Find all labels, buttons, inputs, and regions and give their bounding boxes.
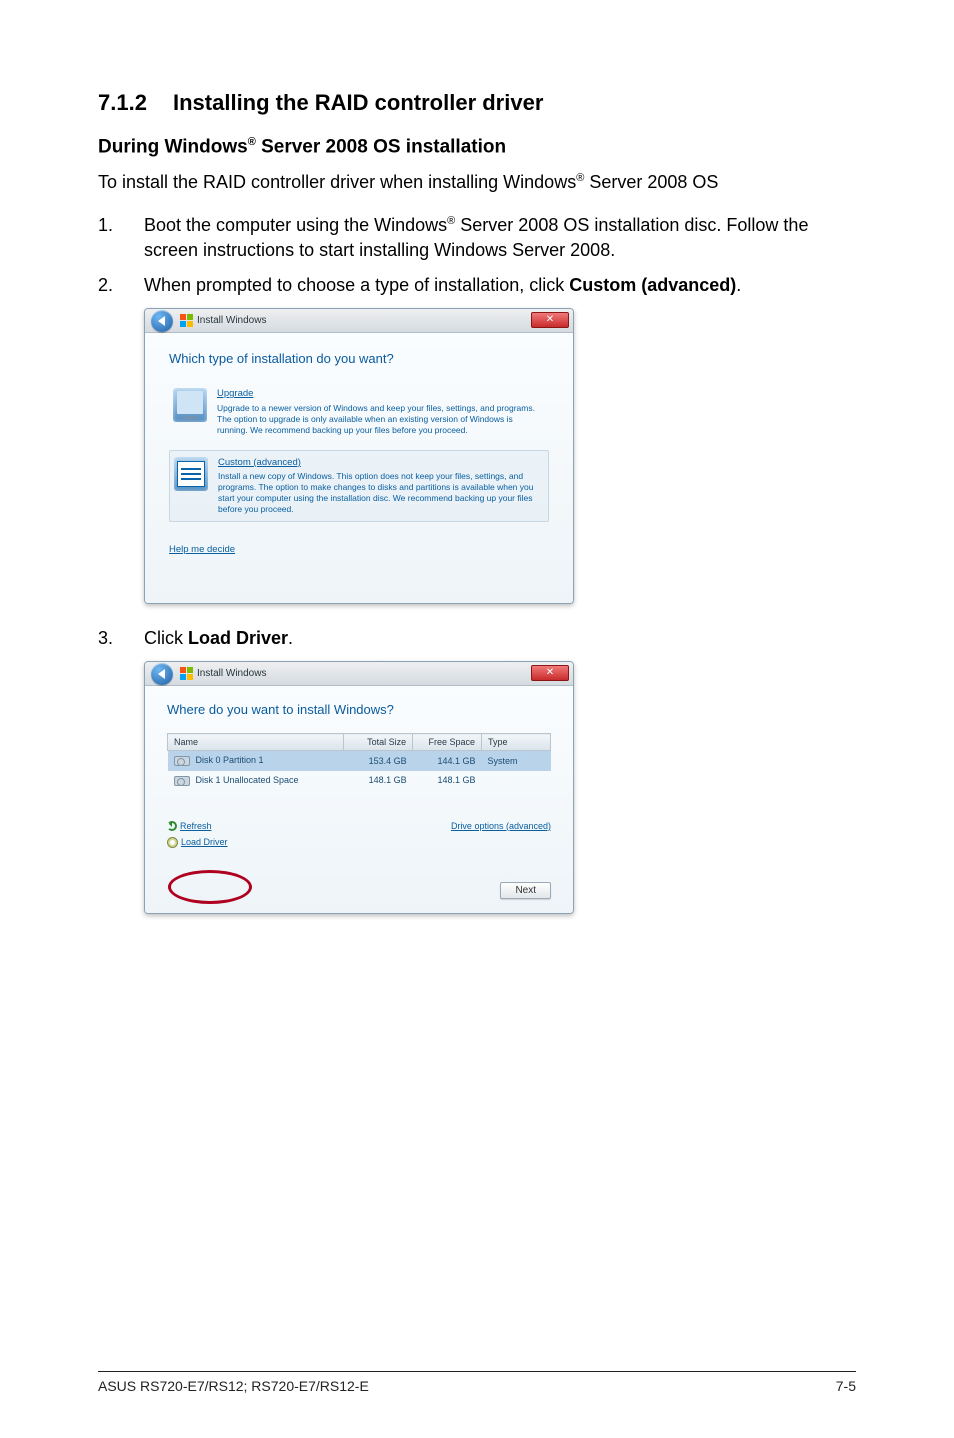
list-icon xyxy=(177,461,205,487)
page-footer: ASUS RS720-E7/RS12; RS720-E7/RS12-E 7-5 xyxy=(98,1371,856,1394)
disk-icon xyxy=(174,756,190,766)
dialog-content: Where do you want to install Windows? Na… xyxy=(145,686,573,913)
table-header-row: Name Total Size Free Space Type xyxy=(168,734,551,751)
help-me-decide-link[interactable]: Help me decide xyxy=(169,544,235,555)
windows-logo-icon xyxy=(179,667,193,681)
step-body: When prompted to choose a type of instal… xyxy=(144,273,856,298)
step-2: 2. When prompted to choose a type of ins… xyxy=(98,273,856,298)
disk-total: 153.4 GB xyxy=(344,751,413,771)
disk-type xyxy=(482,771,551,791)
back-button[interactable] xyxy=(151,310,173,332)
disk-free: 144.1 GB xyxy=(413,751,482,771)
titlebar: Install Windows ✕ xyxy=(145,662,573,686)
disk-free: 148.1 GB xyxy=(413,771,482,791)
section-heading: 7.1.2Installing the RAID controller driv… xyxy=(98,90,856,116)
intro-text: To install the RAID controller driver wh… xyxy=(98,170,856,194)
col-total-size[interactable]: Total Size xyxy=(344,734,413,751)
disk-name: Disk 1 Unallocated Space xyxy=(196,775,299,785)
option-custom-advanced[interactable]: Custom (advanced) Install a new copy of … xyxy=(169,450,549,523)
dialog-content: Which type of installation do you want? … xyxy=(145,333,573,603)
option-desc: Install a new copy of Windows. This opti… xyxy=(218,471,533,514)
option-text: Custom (advanced) Install a new copy of … xyxy=(218,457,544,516)
cd-icon xyxy=(167,837,178,848)
monitor-icon xyxy=(173,388,207,422)
document-page: 7.1.2Installing the RAID controller driv… xyxy=(0,0,954,1438)
window-title: Install Windows xyxy=(197,668,266,679)
section-number: 7.1.2 xyxy=(98,90,173,116)
step-number: 3. xyxy=(98,626,144,651)
registered-mark: ® xyxy=(248,136,256,148)
next-button[interactable]: Next xyxy=(500,882,551,899)
disk-row[interactable]: Disk 0 Partition 1 153.4 GB 144.1 GB Sys… xyxy=(168,751,551,771)
back-arrow-icon xyxy=(158,316,165,326)
table-actions: Refresh Load Driver Drive options (advan… xyxy=(167,821,551,849)
refresh-link[interactable]: Refresh xyxy=(180,821,212,831)
install-windows-dialog: Install Windows ✕ Which type of installa… xyxy=(144,308,574,604)
disk-icon xyxy=(174,776,190,786)
disk-table: Name Total Size Free Space Type Disk 0 P… xyxy=(167,733,551,790)
back-arrow-icon xyxy=(158,669,165,679)
close-icon: ✕ xyxy=(546,668,554,678)
install-windows-dialog-2: Install Windows ✕ Where do you want to i… xyxy=(144,661,574,914)
step-body: Click Load Driver. xyxy=(144,626,856,651)
dialog-heading: Which type of installation do you want? xyxy=(169,351,549,366)
option-text: Upgrade Upgrade to a newer version of Wi… xyxy=(217,388,545,435)
dialog-heading: Where do you want to install Windows? xyxy=(167,702,551,717)
load-driver-link[interactable]: Load Driver xyxy=(181,837,228,847)
footer-left: ASUS RS720-E7/RS12; RS720-E7/RS12-E xyxy=(98,1378,369,1394)
disk-row[interactable]: Disk 1 Unallocated Space 148.1 GB 148.1 … xyxy=(168,771,551,791)
step-3: 3. Click Load Driver. xyxy=(98,626,856,651)
close-button[interactable]: ✕ xyxy=(531,665,569,681)
step-number: 1. xyxy=(98,213,144,263)
window-title: Install Windows xyxy=(197,315,266,326)
option-desc: Upgrade to a newer version of Windows an… xyxy=(217,403,535,435)
option-title: Custom (advanced) xyxy=(218,457,544,469)
disk-type: System xyxy=(482,751,551,771)
screenshot-install-type: Install Windows ✕ Which type of installa… xyxy=(98,308,856,604)
windows-logo-icon xyxy=(179,314,193,328)
col-type[interactable]: Type xyxy=(482,734,551,751)
step-number: 2. xyxy=(98,273,144,298)
section-title: Installing the RAID controller driver xyxy=(173,90,543,115)
disk-total: 148.1 GB xyxy=(344,771,413,791)
subheading: During Windows® Server 2008 OS installat… xyxy=(98,136,856,158)
drive-options-link[interactable]: Drive options (advanced) xyxy=(451,821,551,831)
col-free-space[interactable]: Free Space xyxy=(413,734,482,751)
refresh-icon xyxy=(167,821,177,831)
option-upgrade[interactable]: Upgrade Upgrade to a newer version of Wi… xyxy=(169,382,549,441)
disk-name: Disk 0 Partition 1 xyxy=(196,755,264,765)
close-icon: ✕ xyxy=(546,315,554,325)
option-title: Upgrade xyxy=(217,388,545,400)
back-button[interactable] xyxy=(151,663,173,685)
titlebar: Install Windows ✕ xyxy=(145,309,573,333)
step-1: 1. Boot the computer using the Windows® … xyxy=(98,213,856,263)
next-row: Next xyxy=(167,876,551,901)
screenshot-where-install: Install Windows ✕ Where do you want to i… xyxy=(98,661,856,914)
close-button[interactable]: ✕ xyxy=(531,312,569,328)
step-body: Boot the computer using the Windows® Ser… xyxy=(144,213,856,263)
footer-page-number: 7-5 xyxy=(836,1378,856,1394)
monitor-list-icon xyxy=(174,457,208,491)
col-name[interactable]: Name xyxy=(168,734,344,751)
